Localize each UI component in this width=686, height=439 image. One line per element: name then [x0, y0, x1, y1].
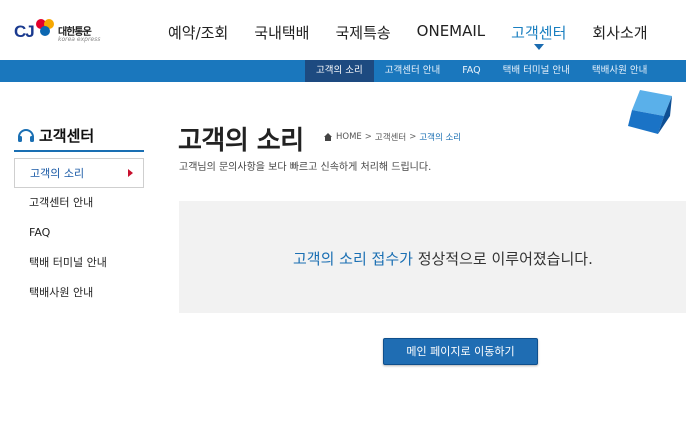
- go-to-main-button[interactable]: 메인 페이지로 이동하기: [383, 338, 538, 365]
- subnav-item-faq[interactable]: FAQ: [451, 60, 491, 82]
- subnav-item-terminal[interactable]: 택배 터미널 안내: [492, 60, 581, 82]
- page-title: 고객의 소리: [178, 126, 304, 156]
- subnav-item-voice[interactable]: 고객의 소리: [305, 60, 374, 82]
- sidebar-item-courier[interactable]: 택배사원 안내: [14, 278, 144, 308]
- breadcrumb-current: 고객의 소리: [419, 133, 462, 143]
- home-icon: [324, 133, 332, 141]
- sidebar-item-terminal[interactable]: 택배 터미널 안내: [14, 248, 144, 278]
- caret-down-icon: [533, 44, 544, 50]
- sidebar-menu: 고객의 소리 고객센터 안내 FAQ 택배 터미널 안내 택배사원 안내: [14, 158, 144, 308]
- global-nav: 예약/조회 국내택배 국제특송 ONEMAIL 고객센터 회사소개: [168, 22, 674, 50]
- caret-right-icon: [128, 169, 133, 177]
- confirmation-rest: 정상적으로 이루어졌습니다.: [412, 250, 593, 268]
- sidebar-item-voice[interactable]: 고객의 소리: [14, 158, 144, 188]
- sidebar-item-label: 고객의 소리: [30, 167, 85, 180]
- cube-icon: [628, 90, 672, 134]
- gnb-item-label: 고객센터: [511, 24, 567, 42]
- sidebar-item-faq[interactable]: FAQ: [14, 218, 144, 248]
- breadcrumb-customer-center[interactable]: 고객센터: [375, 131, 406, 143]
- gnb-item-company[interactable]: 회사소개: [592, 22, 647, 43]
- subnav-item-courier[interactable]: 택배사원 안내: [581, 60, 658, 82]
- gnb-item-domestic[interactable]: 국내택배: [254, 22, 309, 43]
- sidebar-item-center-info[interactable]: 고객센터 안내: [14, 188, 144, 218]
- breadcrumb: HOME > 고객센터 > 고객의 소리: [323, 131, 461, 143]
- headset-icon: [18, 128, 34, 142]
- cj-logo-mark-icon: [36, 19, 54, 36]
- subnav-item-center-info[interactable]: 고객센터 안내: [374, 60, 451, 82]
- sidebar-title-text: 고객센터: [39, 127, 95, 145]
- sidebar-title: 고객센터: [16, 125, 94, 146]
- gnb-item-customer-center[interactable]: 고객센터: [511, 22, 567, 50]
- gnb-item-reservation[interactable]: 예약/조회: [168, 22, 228, 43]
- confirmation-highlight: 고객의 소리 접수가: [293, 250, 413, 268]
- page-description: 고객님의 문의사항을 보다 빠르고 신속하게 처리해 드립니다.: [179, 162, 432, 173]
- logo-english: korea express: [58, 36, 101, 43]
- sub-nav-bar: 고객의 소리 고객센터 안내 FAQ 택배 터미널 안내 택배사원 안내: [0, 60, 686, 82]
- logo-brand: CJ: [14, 22, 35, 41]
- sidebar-divider: [14, 150, 144, 152]
- confirmation-message: 고객의 소리 접수가 정상적으로 이루어졌습니다.: [293, 248, 593, 269]
- sub-nav: 고객의 소리 고객센터 안내 FAQ 택배 터미널 안내 택배사원 안내: [305, 60, 658, 82]
- confirmation-box: 고객의 소리 접수가 정상적으로 이루어졌습니다.: [179, 201, 686, 313]
- gnb-item-international[interactable]: 국제특송: [335, 22, 390, 43]
- breadcrumb-separator: >: [364, 132, 372, 142]
- breadcrumb-separator: >: [409, 132, 417, 142]
- breadcrumb-home[interactable]: HOME: [336, 132, 362, 142]
- gnb-item-onemail[interactable]: ONEMAIL: [417, 22, 486, 43]
- logo[interactable]: CJ 대한통운 korea express: [14, 14, 104, 50]
- site-header: CJ 대한통운 korea express 예약/조회 국내택배 국제특송 ON…: [0, 0, 686, 60]
